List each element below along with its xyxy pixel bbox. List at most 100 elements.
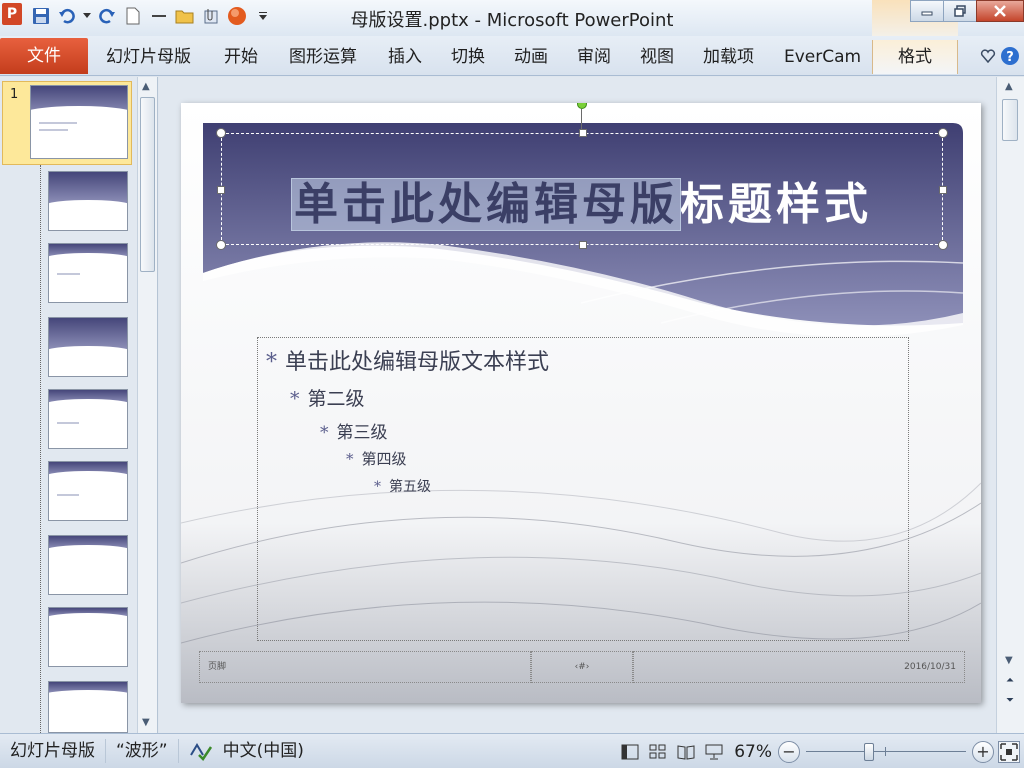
bullet-level-2[interactable]: * 第二级 — [290, 384, 365, 411]
tab-addins[interactable]: 加载项 — [703, 40, 754, 74]
title-placeholder[interactable]: 单击此处编辑母版标题样式 — [216, 128, 948, 250]
tab-evercam[interactable]: EverCam — [784, 40, 861, 74]
layout-tree-line — [40, 165, 41, 733]
footer-placeholder[interactable]: 页脚 — [199, 651, 531, 683]
restore-window-button[interactable] — [943, 0, 977, 22]
zoom-slider[interactable] — [806, 741, 966, 763]
status-right-controls: 67% − + — [616, 734, 1024, 768]
resize-handle-top[interactable] — [579, 129, 587, 137]
restore-icon — [954, 5, 966, 17]
resize-handle-bottom-left[interactable] — [216, 240, 226, 250]
tab-review[interactable]: 审阅 — [577, 40, 611, 74]
zoom-in-button[interactable]: + — [972, 740, 994, 763]
body-text-placeholder[interactable]: * 单击此处编辑母版文本样式 * 第二级 * 第三级 * 第四级 * 第五级 — [257, 337, 909, 641]
bullet-star-icon: * — [266, 350, 277, 375]
bullet-level-3[interactable]: * 第三级 — [320, 418, 388, 443]
tab-view[interactable]: 视图 — [640, 40, 674, 74]
normal-view-button[interactable] — [619, 741, 641, 763]
bullet-level-5[interactable]: * 第五级 — [374, 476, 431, 496]
projector-screen-icon — [705, 744, 723, 759]
resize-handle-right[interactable] — [939, 186, 947, 194]
layout-thumbnail[interactable] — [48, 461, 128, 521]
tab-insert[interactable]: 插入 — [388, 40, 422, 74]
status-language[interactable]: 中文(中国) — [179, 739, 314, 763]
layout-thumbnail[interactable] — [48, 317, 128, 377]
title-selected-text[interactable]: 单击此处编辑母版 — [291, 178, 681, 231]
fit-slide-to-window-button[interactable] — [998, 740, 1020, 763]
slide-thumbnail-pane: 1 ▲ ▼ — [0, 77, 158, 733]
tab-slide-master[interactable]: 幻灯片母版 — [106, 40, 191, 74]
resize-handle-top-right[interactable] — [938, 128, 948, 138]
layout-thumbnail[interactable] — [48, 389, 128, 449]
tab-format[interactable]: 格式 — [872, 40, 958, 74]
help-button[interactable]: ? — [1000, 46, 1020, 70]
heart-chevron-icon — [980, 49, 996, 64]
slide-vertical-scrollbar[interactable]: ▲ ▼ ⏶ ⏷ — [996, 77, 1024, 733]
help-icon: ? — [1001, 47, 1019, 65]
status-view-name: 幻灯片母版 — [0, 739, 106, 763]
tab-file[interactable]: 文件 — [0, 38, 88, 74]
thumbnail-number: 1 — [10, 87, 19, 102]
resize-handle-left[interactable] — [217, 186, 225, 194]
close-window-button[interactable] — [976, 0, 1024, 22]
resize-handle-bottom-right[interactable] — [938, 240, 948, 250]
scroll-up-arrow-icon[interactable]: ▲ — [1005, 81, 1013, 92]
tab-home[interactable]: 开始 — [224, 40, 258, 74]
resize-handle-bottom[interactable] — [579, 241, 587, 249]
master-thumbnail[interactable] — [30, 85, 128, 159]
tab-shape-operations[interactable]: 图形运算 — [289, 40, 357, 74]
resize-handle-top-left[interactable] — [216, 128, 226, 138]
date-placeholder[interactable]: 2016/10/31 — [633, 651, 965, 683]
tab-animations[interactable]: 动画 — [514, 40, 548, 74]
tab-transitions[interactable]: 切换 — [451, 40, 485, 74]
minimize-window-button[interactable] — [910, 0, 944, 22]
bullet-text: 第二级 — [307, 388, 365, 410]
reading-view-button[interactable] — [675, 741, 697, 763]
zoom-level[interactable]: 67% — [734, 742, 772, 762]
title-unselected-text[interactable]: 标题样式 — [680, 179, 872, 230]
close-icon — [994, 5, 1006, 17]
grid-view-icon — [649, 744, 666, 758]
slide-sorter-view-button[interactable] — [647, 741, 669, 763]
status-theme-name[interactable]: “波形” — [106, 739, 179, 763]
status-language-text: 中文(中国) — [222, 741, 304, 761]
next-slide-button[interactable]: ⏷ — [1002, 695, 1018, 711]
bullet-text: 第五级 — [389, 479, 431, 495]
layout-thumbnail[interactable] — [48, 607, 128, 667]
layout-thumbnail[interactable] — [48, 681, 128, 733]
minimize-icon — [921, 11, 933, 16]
zoom-out-button[interactable]: − — [778, 740, 800, 763]
minimize-ribbon-button[interactable] — [980, 49, 996, 67]
slide-canvas[interactable]: 单击此处编辑母版标题样式 * 单击此处编辑母版文本样式 * 第二级 * 第三级 * 第四… — [181, 103, 981, 703]
slide-editing-area: 单击此处编辑母版标题样式 * 单击此处编辑母版文本样式 * 第二级 * 第三级 * 第四… — [159, 77, 996, 733]
svg-text:?: ? — [1006, 50, 1014, 65]
normal-view-icon — [621, 744, 639, 759]
double-down-arrow-icon: ⏷ — [1006, 695, 1014, 706]
previous-slide-button[interactable]: ⏶ — [1002, 675, 1018, 691]
spell-check-icon — [189, 743, 212, 761]
bullet-level-1[interactable]: * 单击此处编辑母版文本样式 — [266, 344, 549, 376]
bullet-text: 第三级 — [336, 423, 388, 443]
slideshow-view-button[interactable] — [703, 741, 725, 763]
fit-window-icon — [1000, 742, 1018, 761]
bullet-level-4[interactable]: * 第四级 — [346, 448, 407, 469]
minus-icon: − — [782, 741, 796, 761]
slide-scroll-thumb[interactable] — [1002, 99, 1018, 141]
plus-icon: + — [976, 741, 990, 761]
window-controls — [910, 0, 1024, 22]
slide-number-placeholder[interactable]: ‹#› — [531, 651, 633, 683]
thumbnail-scroll-thumb[interactable] — [140, 97, 155, 272]
scroll-down-arrow-icon[interactable]: ▼ — [142, 717, 150, 728]
ribbon-right-controls: ? — [980, 46, 1020, 70]
thumbnail-scrollbar[interactable]: ▲ ▼ — [137, 77, 157, 733]
status-bar: 幻灯片母版 “波形” 中文(中国) 67% − + — [0, 733, 1024, 768]
scroll-up-arrow-icon[interactable]: ▲ — [142, 81, 150, 92]
title-text[interactable]: 单击此处编辑母版标题样式 — [222, 168, 942, 232]
layout-thumbnail[interactable] — [48, 535, 128, 595]
zoom-slider-handle[interactable] — [864, 742, 874, 761]
layout-thumbnail[interactable] — [48, 243, 128, 303]
scroll-down-arrow-icon[interactable]: ▼ — [1005, 655, 1013, 666]
layout-thumbnail[interactable] — [48, 171, 128, 231]
bullet-text: 单击此处编辑母版文本样式 — [285, 350, 550, 375]
title-bar: P 母版设置.pptx - Microsoft PowerPoint — [0, 0, 1024, 36]
